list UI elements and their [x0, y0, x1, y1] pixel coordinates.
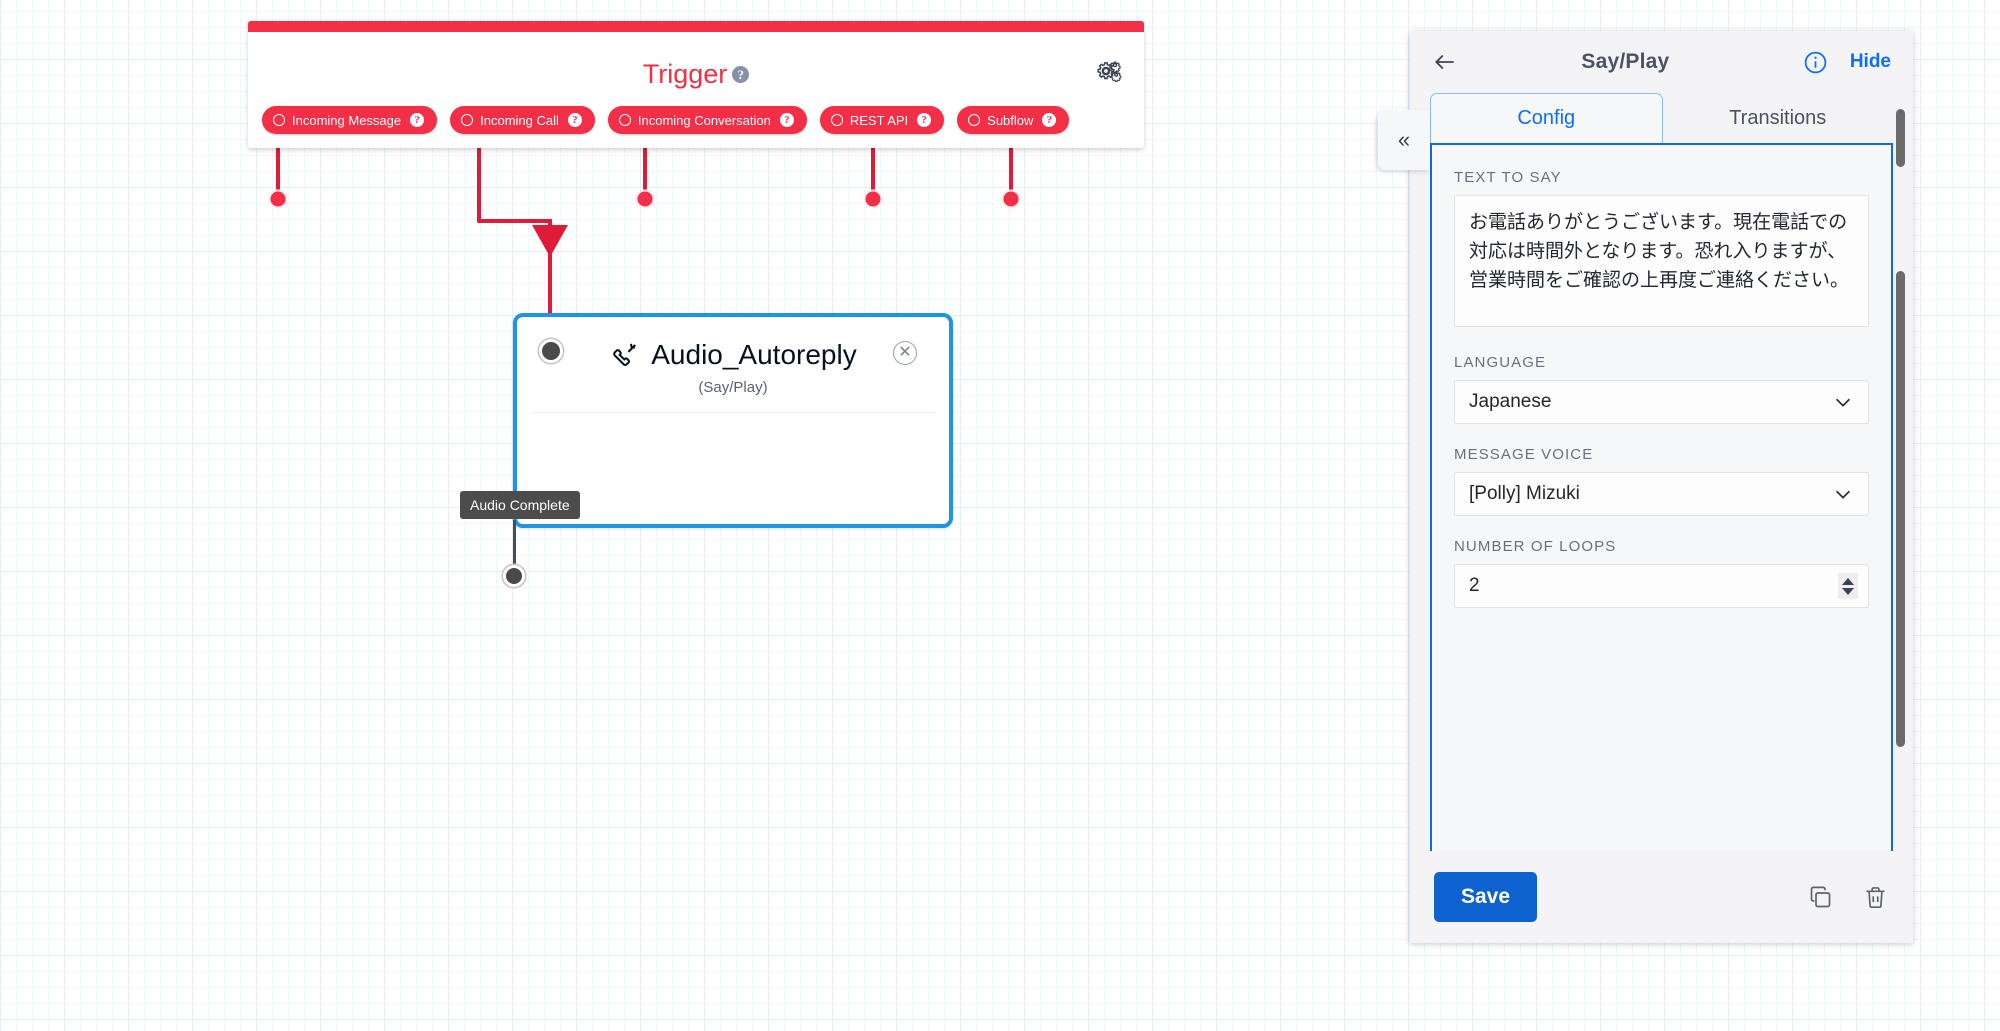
node-subtitle: (Say/Play)	[698, 379, 768, 396]
save-button[interactable]: Save	[1434, 872, 1538, 922]
trash-icon[interactable]	[1862, 884, 1889, 911]
chevron-down-icon	[1835, 398, 1851, 407]
message-voice-select[interactable]: [Polly] Mizuki	[1454, 472, 1869, 516]
stepper-up-icon[interactable]	[1842, 577, 1854, 585]
pill-port-icon	[968, 114, 981, 126]
gears-icon[interactable]	[1096, 59, 1122, 85]
trigger-pill-subflow[interactable]: Subflow ?	[957, 106, 1070, 134]
panel-header: Say/Play Hide	[1410, 31, 1913, 93]
panel-collapse-button[interactable]: «	[1378, 110, 1430, 170]
pill-port-icon	[830, 114, 843, 126]
tab-transitions[interactable]: Transitions	[1662, 93, 1893, 143]
pill-label: Subflow	[987, 112, 1034, 128]
connector-endpoint-rest-api[interactable]	[863, 189, 883, 209]
pill-label: Incoming Conversation	[637, 112, 771, 128]
copy-icon[interactable]	[1807, 884, 1834, 911]
field-label-message-voice: MESSAGE VOICE	[1454, 446, 1594, 463]
field-language: LANGUAGE Japanese	[1454, 354, 1869, 424]
pill-port-icon	[273, 114, 285, 126]
number-of-loops-input[interactable]: 2	[1454, 564, 1869, 608]
trigger-accent-bar	[248, 21, 1144, 32]
info-circle-icon[interactable]	[1803, 50, 1828, 75]
help-icon[interactable]: ?	[732, 66, 750, 83]
panel-tabs: Config Transitions	[1410, 93, 1913, 143]
pill-label: Incoming Call	[480, 112, 559, 128]
trigger-pill-incoming-call[interactable]: Incoming Call ?	[450, 106, 595, 134]
node-title: Audio_Autoreply	[531, 339, 935, 371]
config-panel: Say/Play Hide Config Transitions TEXT TO…	[1410, 31, 1913, 943]
message-voice-select-value: [Polly] Mizuki	[1469, 483, 1580, 504]
trigger-node[interactable]: Trigger? Incoming Message ? Incoming Cal…	[248, 21, 1144, 148]
footer-actions	[1807, 884, 1889, 911]
number-of-loops-value: 2	[1469, 575, 1480, 596]
connector-arrowhead-icon	[532, 225, 568, 257]
panel-scrollbar-thumb-top[interactable]	[1896, 109, 1905, 167]
close-icon[interactable]: ✕	[893, 341, 917, 365]
transition-label-audio-complete[interactable]: Audio Complete	[460, 491, 580, 519]
panel-title: Say/Play	[1581, 50, 1670, 73]
help-icon[interactable]: ?	[917, 113, 932, 127]
pill-port-icon	[618, 114, 631, 126]
language-select-value: Japanese	[1469, 391, 1552, 412]
trigger-pill-rest-api[interactable]: REST API ?	[819, 106, 945, 134]
trigger-pill-incoming-conversation[interactable]: Incoming Conversation ?	[607, 106, 807, 134]
field-label-language: LANGUAGE	[1454, 354, 1547, 371]
pill-port-icon	[461, 114, 474, 126]
quantity-stepper[interactable]	[1838, 573, 1858, 599]
connector-endpoint-subflow[interactable]	[1001, 189, 1021, 209]
phone-call-icon	[613, 343, 637, 366]
field-label-text-to-say: TEXT TO SAY	[1454, 169, 1562, 186]
language-select[interactable]: Japanese	[1454, 380, 1869, 424]
panel-footer: Save	[1410, 851, 1913, 943]
trigger-title: Trigger?	[248, 59, 1144, 90]
node-title-text: Audio_Autoreply	[651, 339, 857, 370]
trigger-pill-incoming-message[interactable]: Incoming Message ?	[262, 106, 438, 134]
pill-label: Incoming Message	[292, 112, 402, 128]
field-message-voice: MESSAGE VOICE [Polly] Mizuki	[1454, 446, 1869, 516]
text-to-say-input[interactable]	[1454, 195, 1869, 327]
connector-endpoint-audio-complete[interactable]	[503, 565, 525, 587]
node-header: Audio_Autoreply (Say/Play) ✕	[531, 317, 935, 413]
tab-config[interactable]: Config	[1430, 93, 1663, 143]
config-tab-body: TEXT TO SAY LANGUAGE Japanese MESSAGE VO…	[1430, 143, 1893, 851]
field-number-of-loops: NUMBER OF LOOPS 2	[1454, 538, 1869, 608]
stepper-down-icon[interactable]	[1842, 587, 1854, 595]
help-icon[interactable]: ?	[567, 113, 582, 127]
hide-button[interactable]: Hide	[1850, 51, 1891, 73]
connector-endpoint-incoming-conversation[interactable]	[635, 189, 655, 209]
connector-endpoint-incoming-message[interactable]	[268, 189, 288, 209]
trigger-pill-list: Incoming Message ? Incoming Call ? Incom…	[262, 106, 1130, 134]
chevron-down-icon	[1835, 490, 1851, 499]
pill-label: REST API	[849, 112, 909, 128]
trigger-title-text: Trigger	[642, 59, 728, 89]
help-icon[interactable]: ?	[779, 113, 794, 127]
help-icon[interactable]: ?	[1042, 113, 1057, 127]
connector-incoming-call-h	[477, 219, 552, 223]
field-text-to-say: TEXT TO SAY	[1454, 169, 1869, 332]
help-icon[interactable]: ?	[410, 113, 425, 127]
panel-scrollbar-thumb-main[interactable]	[1896, 271, 1905, 747]
connector-audio-complete	[513, 520, 516, 568]
field-label-number-of-loops: NUMBER OF LOOPS	[1454, 538, 1617, 555]
